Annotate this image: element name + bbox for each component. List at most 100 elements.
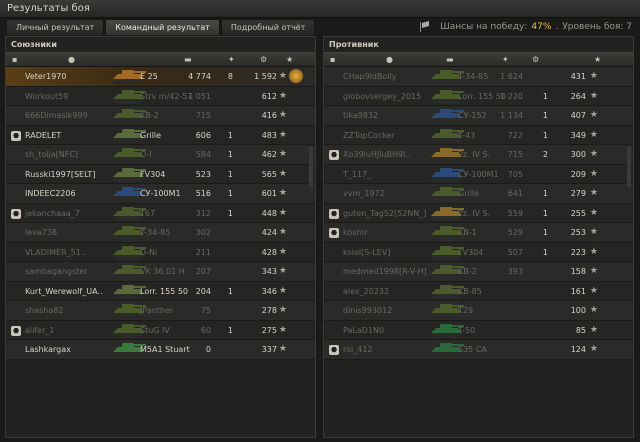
damage-value: 641 — [507, 189, 523, 198]
player-row[interactable]: sh_tolja[NFC] O-I 584 1 462 ★ — [6, 145, 315, 165]
star-icon: ★ — [589, 324, 598, 335]
xp-value: 264 — [570, 91, 586, 101]
player-row[interactable]: Russki1997[SELT] FV304 523 1 565 ★ — [6, 164, 315, 184]
player-row[interactable]: PaLaD1N0 T-50 85 ★ — [324, 320, 633, 340]
player-row[interactable]: globovsergey_2015 Lorr. 155 50 1 220 1 264 ★ — [324, 86, 633, 106]
damage-value: 715 — [195, 111, 211, 120]
tank-name: FV304 — [458, 247, 484, 257]
player-name: leva738 — [25, 228, 58, 237]
battle-level: Уровень боя: 7 — [562, 22, 632, 32]
xp-value: 601 — [261, 189, 277, 198]
xp-value: 209 — [570, 169, 586, 179]
xp-value: 278 — [261, 306, 277, 315]
player-row[interactable]: ⬣ jekanchaaa_7 T67 312 1 448 ★ — [6, 203, 315, 223]
tank-name: S35 CA — [458, 345, 487, 354]
damage-value: 302 — [195, 228, 211, 237]
tab-team[interactable]: Командный результат — [105, 19, 220, 35]
damage-value: 204 — [195, 286, 211, 296]
enemies-panel: Противник ▪ ● ▬ ✦ ⚙ ★ CHap9ldBolly T-34-8… — [323, 36, 634, 438]
tank-column-icon[interactable]: ▬ — [446, 55, 454, 64]
star-icon: ★ — [589, 129, 598, 140]
player-row[interactable]: shasha82 JPanther 75 278 ★ — [6, 301, 315, 321]
player-name: PaLaD1N0 — [343, 325, 385, 335]
tank-column-icon[interactable]: ▬ — [184, 55, 192, 64]
kills-value: 1 — [542, 247, 548, 257]
player-name: RADELET — [25, 130, 62, 140]
xp-value: 612 — [261, 91, 277, 101]
player-column-icon[interactable]: ● — [68, 55, 75, 64]
player-row[interactable]: leva738 T-34-85 302 424 ★ — [6, 223, 315, 243]
player-row[interactable]: ksiol[S-LEV] FV304 507 1 223 ★ — [324, 242, 633, 262]
damage-column-icon[interactable]: ✦ — [228, 55, 235, 64]
win-chance-value: 47% — [531, 22, 552, 32]
player-row[interactable]: 666Dimasik999 KB-2 715 416 ★ — [6, 106, 315, 126]
damage-value: 584 — [195, 150, 211, 159]
enemies-scrollbar[interactable] — [627, 147, 631, 187]
player-name: guten_Tag52[52NN_] — [343, 208, 427, 218]
tab-detailed[interactable]: Подробный отчёт — [220, 19, 316, 35]
player-row[interactable]: INDEEC2206 СУ-100М1 516 1 601 ★ — [6, 184, 315, 204]
player-name: Xo39luHJluBH9l.. — [343, 150, 411, 159]
xp-value: 431 — [570, 72, 586, 81]
medal-icon[interactable] — [289, 69, 303, 83]
tab-personal[interactable]: Личный результат — [6, 19, 105, 35]
player-row[interactable]: T_117_ СУ-100М1 705 209 ★ — [324, 164, 633, 184]
kills-value: 1 — [227, 286, 233, 296]
star-icon: ★ — [589, 149, 598, 159]
damage-column-icon[interactable]: ✦ — [502, 55, 509, 64]
player-row[interactable]: Veter1970 E 25 4 774 8 1 592 ★ — [6, 67, 315, 87]
player-row[interactable]: ZZTopCocker T-43 722 1 349 ★ — [324, 125, 633, 145]
star-icon: ★ — [278, 188, 287, 198]
player-row[interactable]: VLADIMER_51.. D-Ni 211 428 ★ — [6, 242, 315, 262]
kills-column-icon[interactable]: ⚙ — [260, 55, 267, 64]
player-row[interactable]: ⬣ Xo39luHJluBH9l.. Pz. IV S. 715 2 300 ★ — [324, 145, 633, 165]
player-row[interactable]: Lashkargax M5A1 Stuart 0 337 ★ — [6, 340, 315, 360]
tank-name: T-50 — [458, 325, 476, 335]
tank-name: E 25 — [140, 72, 158, 81]
damage-value: 211 — [195, 247, 211, 257]
kills-value: 1 — [227, 208, 233, 218]
damage-value: 0 — [205, 345, 211, 354]
tank-name: StuG IV — [140, 325, 170, 335]
damage-value: 393 — [507, 267, 523, 276]
damage-value: 1 624 — [500, 72, 523, 81]
player-column-icon[interactable]: ● — [386, 55, 393, 64]
xp-value: 416 — [261, 111, 277, 120]
player-row[interactable]: ⬣ guten_Tag52[52NN_] Pz. IV S. 559 1 255 ★ — [324, 203, 633, 223]
xp-column-icon[interactable]: ★ — [286, 55, 293, 64]
player-row[interactable]: ⬣ kosmr KB-1 529 1 253 ★ — [324, 223, 633, 243]
platoon-icon: ⬣ — [11, 325, 21, 336]
player-row[interactable]: tika9832 СУ-152 1 134 1 407 ★ — [324, 106, 633, 126]
platoon-column-icon[interactable]: ▪ — [330, 55, 335, 64]
player-row[interactable]: dinis993012 T29 100 ★ — [324, 301, 633, 321]
player-row[interactable]: alex_20232 KB-85 161 ★ — [324, 281, 633, 301]
xp-value: 346 — [261, 286, 277, 296]
star-icon: ★ — [278, 129, 287, 140]
player-name: ZZTopCocker — [343, 130, 395, 140]
win-chance-label: Шансы на победу: — [440, 22, 528, 32]
player-row[interactable]: vvm_1972 Grille 641 1 279 ★ — [324, 184, 633, 204]
tank-name: T-34-85 — [458, 72, 489, 81]
kills-column-icon[interactable]: ⚙ — [532, 55, 539, 64]
player-row[interactable]: medmed1998[R-V-H] KB-2 393 158 ★ — [324, 262, 633, 282]
player-row[interactable]: sambagangster VK 36.01 H 207 343 ★ — [6, 262, 315, 282]
xp-value: 565 — [261, 169, 277, 179]
damage-value: 4 774 — [188, 72, 211, 81]
platoon-icon: ⬣ — [329, 150, 339, 160]
player-row[interactable]: Kurt_Werewolf_UA.. Lorr. 155 50 204 1 346 ★ — [6, 281, 315, 301]
player-row[interactable]: Workout59 Strv m/42-57 1 051 612 ★ — [6, 86, 315, 106]
allies-column-header: ▪ ● ▬ ✦ ⚙ ★ — [6, 52, 315, 67]
kills-value: 1 — [542, 208, 548, 218]
player-row[interactable]: ⬣ RADELET Grille 606 1 483 ★ — [6, 125, 315, 145]
tank-name: D-Ni — [140, 247, 158, 257]
allies-scrollbar[interactable] — [309, 147, 313, 187]
kills-value: 1 — [542, 91, 548, 101]
player-row[interactable]: CHap9ldBolly T-34-85 1 624 431 ★ — [324, 67, 633, 87]
xp-column-icon[interactable]: ★ — [594, 55, 601, 64]
player-row[interactable]: ⬣ alifer_1 StuG IV 60 1 275 ★ — [6, 320, 315, 340]
platoon-column-icon[interactable]: ▪ — [12, 55, 17, 64]
xp-value: 279 — [570, 189, 586, 198]
player-row[interactable]: ⬣ roi_412 S35 CA 124 ★ — [324, 340, 633, 360]
tab-bar: Личный результат Командный результат Под… — [6, 19, 316, 35]
star-icon: ★ — [589, 305, 598, 315]
